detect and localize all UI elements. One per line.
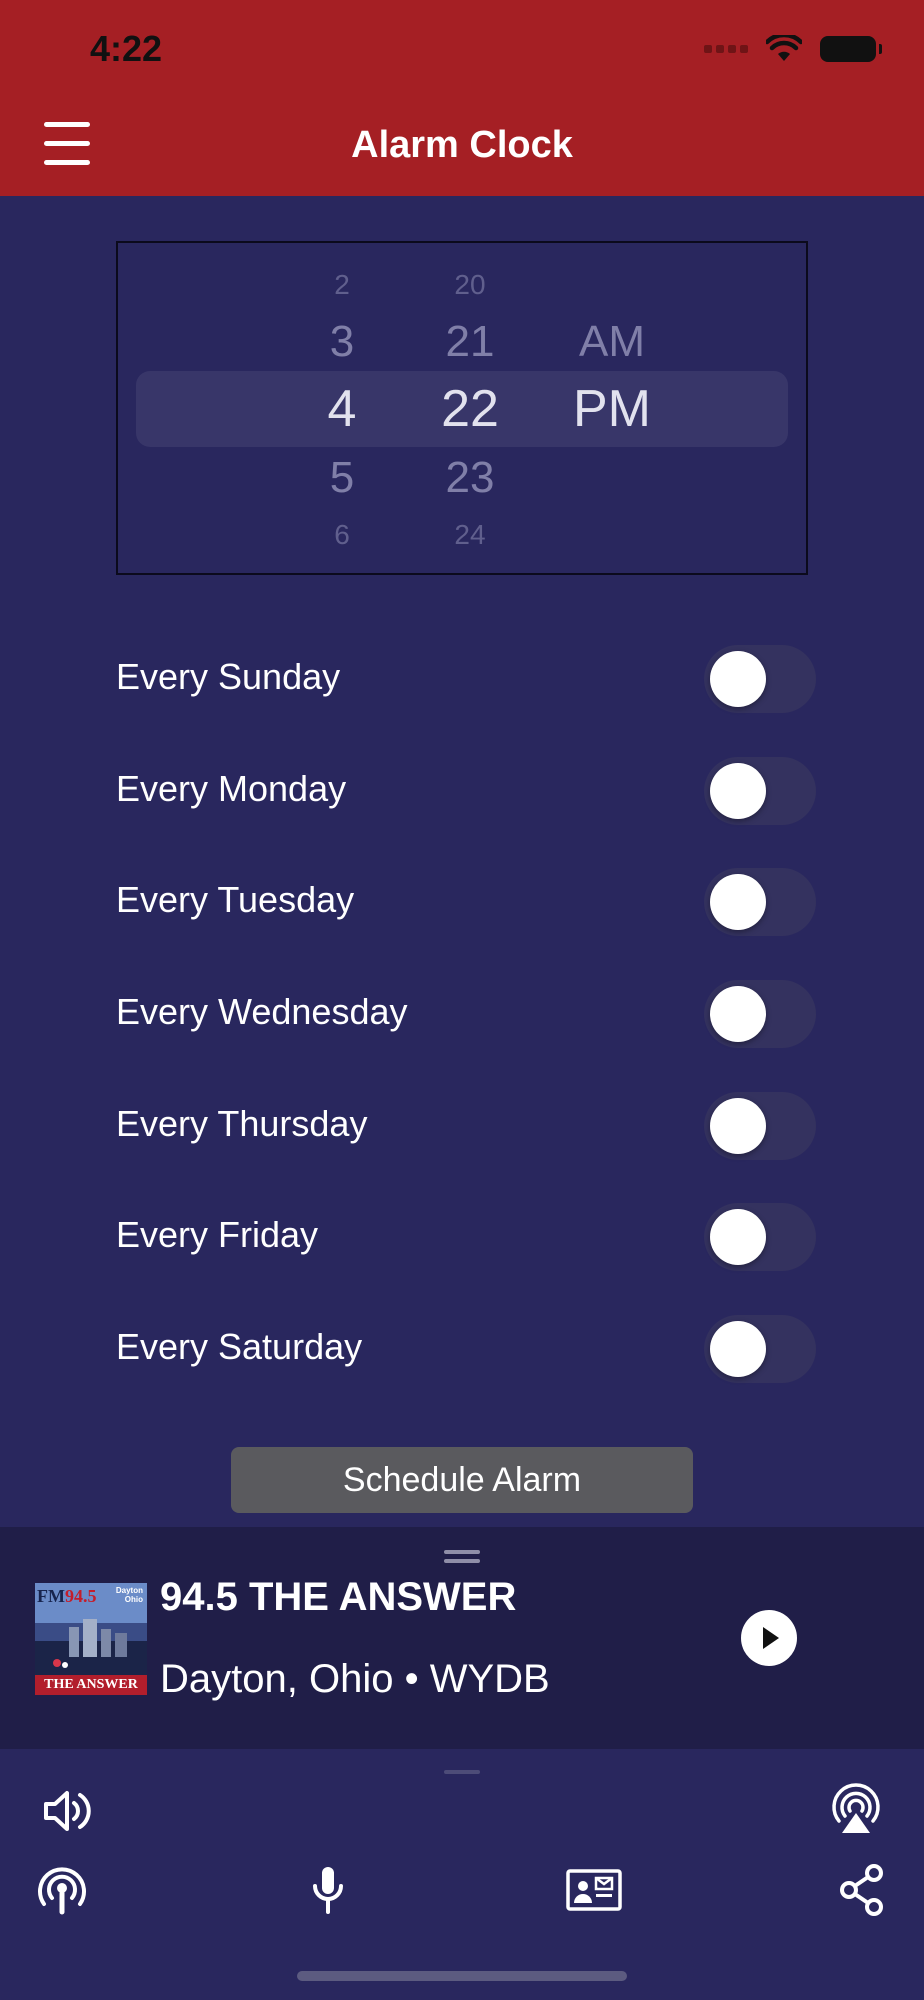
toggle-friday[interactable] (704, 1203, 816, 1271)
ampm-wheel[interactable]: AM PM (542, 243, 682, 573)
time-picker[interactable]: 2 3 4 5 6 20 21 22 23 24 AM PM (116, 241, 808, 575)
day-row-friday: Every Friday (116, 1199, 816, 1271)
app-header: 4:22 Alarm Clock (0, 0, 924, 196)
cellular-signal-icon (704, 45, 748, 53)
picker-item: 3 (329, 317, 355, 366)
toggle-saturday[interactable] (704, 1315, 816, 1383)
home-indicator[interactable] (297, 1971, 627, 1981)
day-row-sunday: Every Sunday (116, 641, 816, 713)
picker-selected-hour: 4 (327, 380, 357, 438)
picker-item: AM (579, 317, 645, 366)
day-label: Every Sunday (116, 656, 341, 697)
logo-city: Dayton (115, 1586, 143, 1595)
day-row-saturday: Every Saturday (116, 1311, 816, 1383)
picker-selected-minute: 22 (441, 380, 499, 438)
day-label: Every Thursday (116, 1103, 368, 1144)
picker-item: 24 (454, 519, 486, 550)
picker-item: 5 (329, 453, 355, 502)
battery-icon (820, 36, 882, 62)
station-subtitle: Dayton, Ohio • WYDB (160, 1657, 550, 1701)
drag-handle[interactable] (444, 1550, 480, 1568)
share-icon[interactable] (834, 1862, 890, 1918)
logo-banner: THE ANSWER (44, 1677, 138, 1692)
toggle-knob (710, 986, 766, 1042)
schedule-alarm-button[interactable]: Schedule Alarm (231, 1447, 693, 1513)
toggle-wednesday[interactable] (704, 980, 816, 1048)
picker-selected-period: PM (573, 380, 651, 438)
station-logo: FM94.5 Dayton Ohio THE ANSWER (35, 1583, 147, 1695)
toggle-knob (710, 1209, 766, 1265)
day-row-tuesday: Every Tuesday (116, 864, 816, 936)
day-label: Every Wednesday (116, 991, 408, 1032)
day-label: Every Saturday (116, 1326, 363, 1367)
picker-item: 23 (445, 453, 495, 502)
day-label: Every Monday (116, 768, 347, 809)
day-row-thursday: Every Thursday (116, 1088, 816, 1160)
picker-item: 6 (334, 519, 350, 550)
status-time: 4:22 (90, 28, 163, 69)
day-row-wednesday: Every Wednesday (116, 976, 816, 1048)
toggle-monday[interactable] (704, 757, 816, 825)
status-icons (704, 34, 882, 64)
toggle-knob (710, 1098, 766, 1154)
podcast-icon[interactable] (34, 1862, 90, 1918)
toggle-knob (710, 874, 766, 930)
day-label: Every Tuesday (116, 879, 355, 920)
logo-state: Ohio (124, 1595, 143, 1604)
picker-item: 20 (454, 269, 486, 300)
logo-frequency: 94.5 (64, 1586, 97, 1606)
toggle-sunday[interactable] (704, 645, 816, 713)
day-row-monday: Every Monday (116, 753, 816, 825)
logo-fm: FM (37, 1586, 65, 1606)
microphone-icon[interactable] (300, 1862, 356, 1918)
toggle-knob (710, 1321, 766, 1377)
volume-icon[interactable] (40, 1783, 96, 1839)
picker-item: 21 (445, 317, 495, 366)
day-label: Every Friday (116, 1214, 319, 1255)
wifi-icon (766, 35, 802, 61)
airplay-icon[interactable] (828, 1783, 884, 1839)
toggle-knob (710, 651, 766, 707)
picker-item: 2 (334, 269, 350, 300)
station-name: 94.5 THE ANSWER (160, 1575, 517, 1619)
minute-wheel[interactable]: 20 21 22 23 24 (410, 243, 530, 573)
toggle-thursday[interactable] (704, 1092, 816, 1160)
contact-card-icon[interactable] (566, 1862, 622, 1918)
hour-wheel[interactable]: 2 3 4 5 6 (282, 243, 402, 573)
play-button[interactable] (741, 1610, 797, 1666)
toggle-knob (710, 763, 766, 819)
toggle-tuesday[interactable] (704, 868, 816, 936)
play-icon (763, 1627, 779, 1649)
toolbar-handle[interactable] (444, 1770, 480, 1774)
page-title: Alarm Clock (351, 124, 573, 166)
now-playing-bar[interactable]: FM94.5 Dayton Ohio THE ANSWER 94.5 THE A… (0, 1527, 924, 1749)
